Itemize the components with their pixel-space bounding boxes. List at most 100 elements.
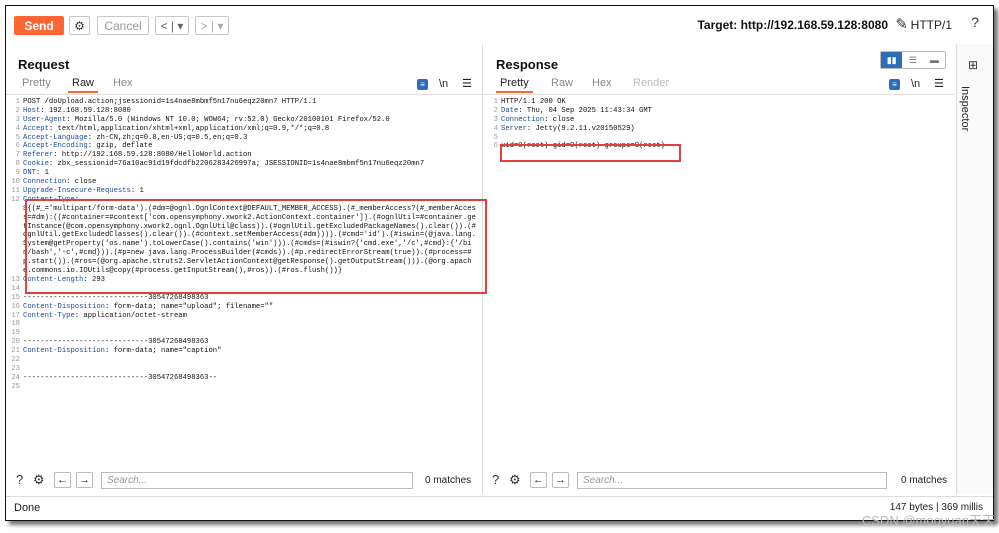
header-key: Referer <box>23 151 54 160</box>
help-circle-icon[interactable]: ? <box>16 472 23 487</box>
response-panel: Response ▮▮ ☰ ▬ Pretty Raw Hex Render ≡ … <box>484 44 954 494</box>
header-value: : Thu, 04 Sep 2025 11:43:34 GMT <box>518 106 652 115</box>
header-value: : 1 <box>35 169 49 178</box>
header-key: Content-Disposition <box>23 302 105 311</box>
header-value: : application/octet-stream <box>74 311 187 320</box>
chevron-left-icon: < | ▾ <box>160 18 184 33</box>
line-number: 19 <box>11 329 20 338</box>
editor-line: 2 Date: Thu, 04 Sep 2025 11:43:34 GMT <box>486 107 952 116</box>
line-number: 3 <box>493 115 498 124</box>
request-tabs: Pretty Raw Hex ≡ \n ☰ <box>6 76 482 95</box>
header-value: -----------------------------30547268498… <box>23 293 209 302</box>
request-editor[interactable]: 1 POST /doUpload.action;jsessionid=1s4nae… <box>8 98 480 494</box>
response-search-input[interactable]: Search... <box>577 472 887 489</box>
editor-line: 6 Accept-Encoding: gzip, deflate <box>8 142 480 151</box>
search-prev-button[interactable]: ← <box>54 472 71 488</box>
header-value: : 1 <box>130 186 144 195</box>
header-key: Accept-Language <box>23 133 88 142</box>
hamburger-menu-icon[interactable]: ☰ <box>462 77 472 90</box>
header-key: Server <box>501 124 527 133</box>
line-number: 2 <box>15 106 20 115</box>
request-search-bar: ? ⚙ ← → Search... 0 matches <box>14 469 480 493</box>
line-number: 1 <box>493 98 498 106</box>
tab-response-render[interactable]: Render <box>633 77 669 89</box>
line-number: 4 <box>493 124 498 133</box>
http-version-button[interactable]: HTTP/1 <box>911 18 952 32</box>
editor-line: 18 <box>8 320 480 329</box>
header-value: : form-data; name="upload"; filename="" <box>104 302 274 311</box>
gear-icon[interactable]: ⚙ <box>33 472 45 488</box>
history-forward-button[interactable]: > | ▾ <box>195 16 229 35</box>
header-value: HTTP/1.1 200 OK <box>501 98 566 106</box>
hamburger-menu-icon[interactable]: ☰ <box>934 77 944 90</box>
tab-response-pretty[interactable]: Pretty <box>496 77 533 93</box>
editor-line: 25 <box>8 383 480 392</box>
response-title: Response <box>496 57 559 72</box>
tab-request-raw[interactable]: Raw <box>67 77 99 93</box>
line-number: 13 <box>11 275 20 284</box>
target-label: Target: http://192.168.59.128:8080 <box>697 18 888 32</box>
newline-toggle[interactable]: \n <box>911 78 920 90</box>
header-value: POST /doUpload.action;jsessionid=1s4nae8… <box>23 98 317 106</box>
response-search-bar: ? ⚙ ← → Search... 0 matches <box>490 469 954 493</box>
payload-highlight-box <box>25 199 487 294</box>
header-value: -----------------------------30547268498… <box>23 338 209 347</box>
tab-response-hex[interactable]: Hex <box>592 77 612 89</box>
gear-icon[interactable]: ⚙ <box>509 472 521 488</box>
single-pane-icon[interactable]: ▬ <box>924 52 945 68</box>
search-prev-button[interactable]: ← <box>530 472 547 488</box>
line-number: 15 <box>11 293 20 302</box>
layout-toggle[interactable]: ▮▮ ☰ ▬ <box>880 51 946 69</box>
wrap-lines-icon[interactable]: ≡ <box>889 78 900 90</box>
settings-gear-button[interactable]: ⚙ <box>69 16 90 35</box>
search-next-button[interactable]: → <box>76 472 93 488</box>
header-value: : text/html,application/xhtml+xml,applic… <box>48 124 330 133</box>
toolbar: Send ⚙ Cancel < | ▾ > | ▾ Target: http:/… <box>6 6 993 44</box>
header-key: Accept-Encoding <box>23 142 88 151</box>
line-number: 5 <box>15 133 20 142</box>
edit-target-pencil-icon[interactable]: ✎ <box>895 15 908 33</box>
editor-line: 1 HTTP/1.1 200 OK <box>486 98 952 107</box>
wrap-lines-icon[interactable]: ≡ <box>417 78 428 90</box>
split-horizontal-icon[interactable]: ▮▮ <box>881 52 903 68</box>
header-key: Content-Disposition <box>23 347 105 356</box>
header-key: Connection <box>23 178 67 187</box>
help-icon[interactable]: ? <box>971 14 979 30</box>
editor-line: 8 Cookie: zbx_sessionid=76a10ac91d19fdcdf… <box>8 160 480 169</box>
request-title: Request <box>18 57 70 72</box>
header-key: Date <box>501 106 519 115</box>
inspector-sidebar[interactable]: ⊞ Inspector <box>956 44 993 494</box>
line-number: 6 <box>493 142 498 151</box>
header-value: : gzip, deflate <box>87 142 153 151</box>
editor-line: 11 Upgrade-Insecure-Requests: 1 <box>8 187 480 196</box>
line-number: 17 <box>11 311 20 320</box>
tab-request-pretty[interactable]: Pretty <box>22 77 51 89</box>
header-value: : form-data; name="caption" <box>104 347 222 356</box>
editor-line: 20 -----------------------------305472684… <box>8 338 480 347</box>
split-vertical-icon[interactable]: ☰ <box>902 52 923 68</box>
search-next-button[interactable]: → <box>552 472 569 488</box>
header-key: Connection <box>501 115 545 124</box>
request-match-count: 0 matches <box>425 475 472 486</box>
header-key: DNT <box>23 169 36 178</box>
line-number: 10 <box>11 178 20 187</box>
tab-request-hex[interactable]: Hex <box>113 77 133 89</box>
request-search-input[interactable]: Search... <box>101 472 413 489</box>
tab-response-raw[interactable]: Raw <box>551 77 573 89</box>
line-number: 11 <box>11 186 20 195</box>
line-number: 12 <box>11 195 20 204</box>
help-circle-icon[interactable]: ? <box>492 472 499 487</box>
inspector-label[interactable]: Inspector <box>959 86 971 131</box>
editor-line: 3 User-Agent: Mozilla/5.0 (Windows NT 10.… <box>8 116 480 125</box>
line-number: 1 <box>15 98 20 106</box>
send-button[interactable]: Send <box>14 16 64 35</box>
inspector-icon[interactable]: ⊞ <box>968 58 978 72</box>
history-back-button[interactable]: < | ▾ <box>155 16 189 35</box>
header-value: -----------------------------30547268498… <box>23 373 218 382</box>
header-value: : Mozilla/5.0 (Windows NT 10.0; WOW64; r… <box>66 115 390 124</box>
newline-toggle[interactable]: \n <box>439 78 448 90</box>
editor-line: 1 POST /doUpload.action;jsessionid=1s4nae… <box>8 98 480 107</box>
header-key: Upgrade-Insecure-Requests <box>23 186 131 195</box>
cancel-button[interactable]: Cancel <box>97 16 149 35</box>
line-number: 21 <box>11 347 20 356</box>
